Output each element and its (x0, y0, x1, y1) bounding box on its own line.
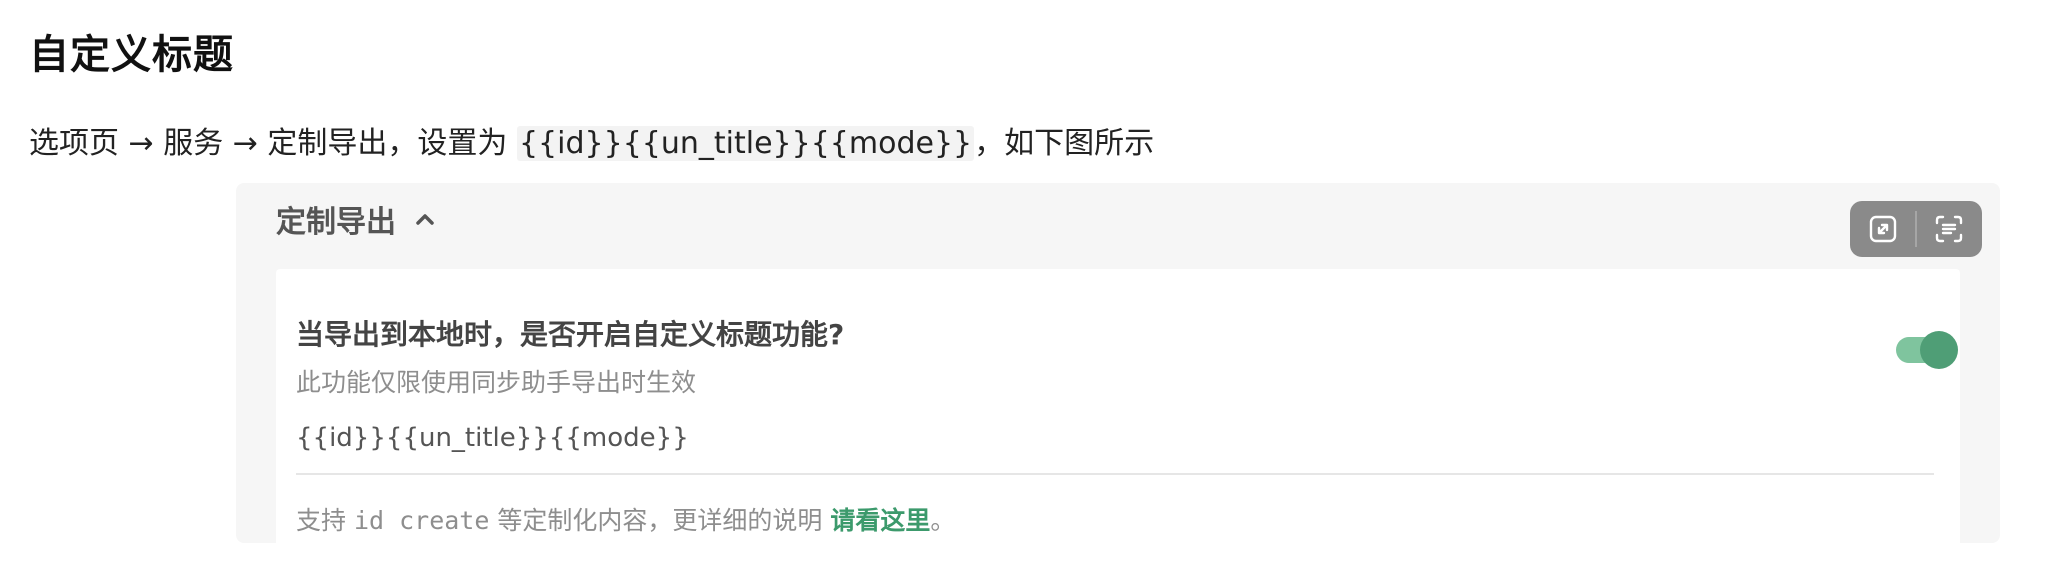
help-code: id create (353, 506, 490, 535)
custom-export-panel: 定制导出 当导出到本地时，是否开启自定义标题功能? 此功能仅限使用同步助手导出时… (236, 183, 2000, 543)
export-settings-card: 当导出到本地时，是否开启自定义标题功能? 此功能仅限使用同步助手导出时生效 {{… (276, 269, 1960, 543)
panel-title: 定制导出 (276, 205, 396, 240)
scan-text-button[interactable] (1917, 201, 1982, 257)
help-middle: 等定制化内容，更详细的说明 (489, 506, 831, 535)
intro-code: {{id}}{{un_title}}{{mode}} (516, 126, 975, 161)
setting-description: 此功能仅限使用同步助手导出时生效 (296, 368, 697, 397)
panel-header[interactable]: 定制导出 (276, 197, 438, 241)
expand-button[interactable] (1850, 201, 1915, 257)
expand-icon (1869, 215, 1896, 243)
intro-text-end: ，如下图所示 (974, 126, 1155, 161)
help-prefix: 支持 (296, 506, 354, 535)
title-template-input[interactable]: {{id}}{{un_title}}{{mode}} (296, 423, 689, 453)
help-text: 支持 id create 等定制化内容，更详细的说明 请看这里。 (296, 501, 955, 537)
chevron-up-icon[interactable] (412, 206, 438, 232)
scan-text-icon (1936, 215, 1963, 243)
page-heading: 自定义标题 (29, 32, 234, 78)
intro-paragraph: 选项页 → 服务 → 定制导出，设置为 {{id}}{{un_title}}{{… (29, 118, 1154, 162)
intro-text: 选项页 → 服务 → 定制导出，设置为 (29, 126, 517, 161)
input-underline (296, 473, 1934, 475)
toggle-knob (1920, 331, 1958, 369)
help-suffix: 。 (930, 506, 956, 535)
help-link[interactable]: 请看这里 (830, 506, 930, 535)
custom-title-toggle[interactable] (1896, 331, 1958, 369)
image-toolbar (1850, 201, 1982, 257)
setting-question: 当导出到本地时，是否开启自定义标题功能? (296, 318, 845, 351)
